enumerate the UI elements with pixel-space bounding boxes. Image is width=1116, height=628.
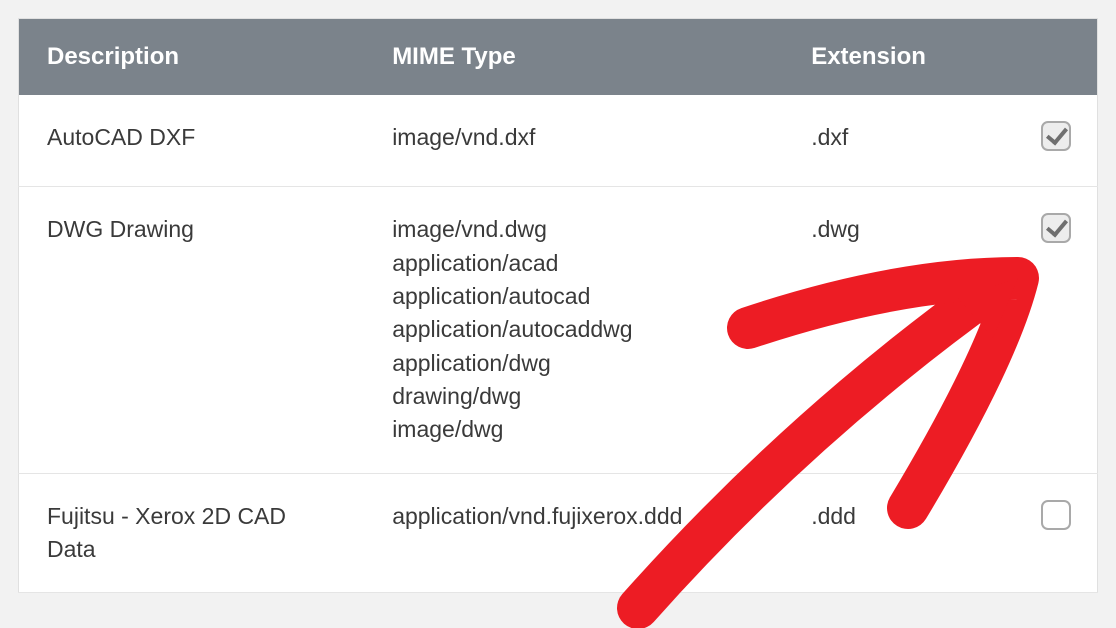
header-description: Description (19, 19, 365, 96)
cell-mime: application/vnd.fujixerox.ddd (364, 473, 783, 593)
table-row: DWG Drawing image/vnd.dwg application/ac… (19, 187, 1098, 473)
header-extension: Extension (783, 19, 1013, 96)
page-container: Description MIME Type Extension AutoCAD … (18, 18, 1098, 593)
table-row: Fujitsu - Xerox 2D CAD Data application/… (19, 473, 1098, 593)
cell-description: AutoCAD DXF (19, 95, 365, 187)
table-body: AutoCAD DXF image/vnd.dxf .dxf DWG Drawi… (19, 95, 1098, 593)
table-header: Description MIME Type Extension (19, 19, 1098, 96)
row-checkbox[interactable] (1041, 500, 1071, 530)
header-mime: MIME Type (364, 19, 783, 96)
mime-value: application/autocaddwg (392, 313, 755, 346)
cell-description: Fujitsu - Xerox 2D CAD Data (19, 473, 365, 593)
mime-value: application/vnd.fujixerox.ddd (392, 500, 755, 533)
cell-checkbox (1014, 95, 1098, 187)
mime-value: image/vnd.dxf (392, 121, 755, 154)
mime-value: image/dwg (392, 413, 755, 446)
cell-checkbox (1014, 473, 1098, 593)
table-row: AutoCAD DXF image/vnd.dxf .dxf (19, 95, 1098, 187)
mime-value: application/acad (392, 247, 755, 280)
cell-mime: image/vnd.dwg application/acad applicati… (364, 187, 783, 473)
mime-types-table: Description MIME Type Extension AutoCAD … (18, 18, 1098, 593)
cell-extension: .ddd (783, 473, 1013, 593)
cell-mime: image/vnd.dxf (364, 95, 783, 187)
mime-value: drawing/dwg (392, 380, 755, 413)
header-checkbox (1014, 19, 1098, 96)
mime-value: application/dwg (392, 347, 755, 380)
cell-description: DWG Drawing (19, 187, 365, 473)
cell-extension: .dxf (783, 95, 1013, 187)
row-checkbox[interactable] (1041, 213, 1071, 243)
cell-extension: .dwg (783, 187, 1013, 473)
cell-checkbox (1014, 187, 1098, 473)
row-checkbox[interactable] (1041, 121, 1071, 151)
mime-value: application/autocad (392, 280, 755, 313)
mime-value: image/vnd.dwg (392, 213, 755, 246)
